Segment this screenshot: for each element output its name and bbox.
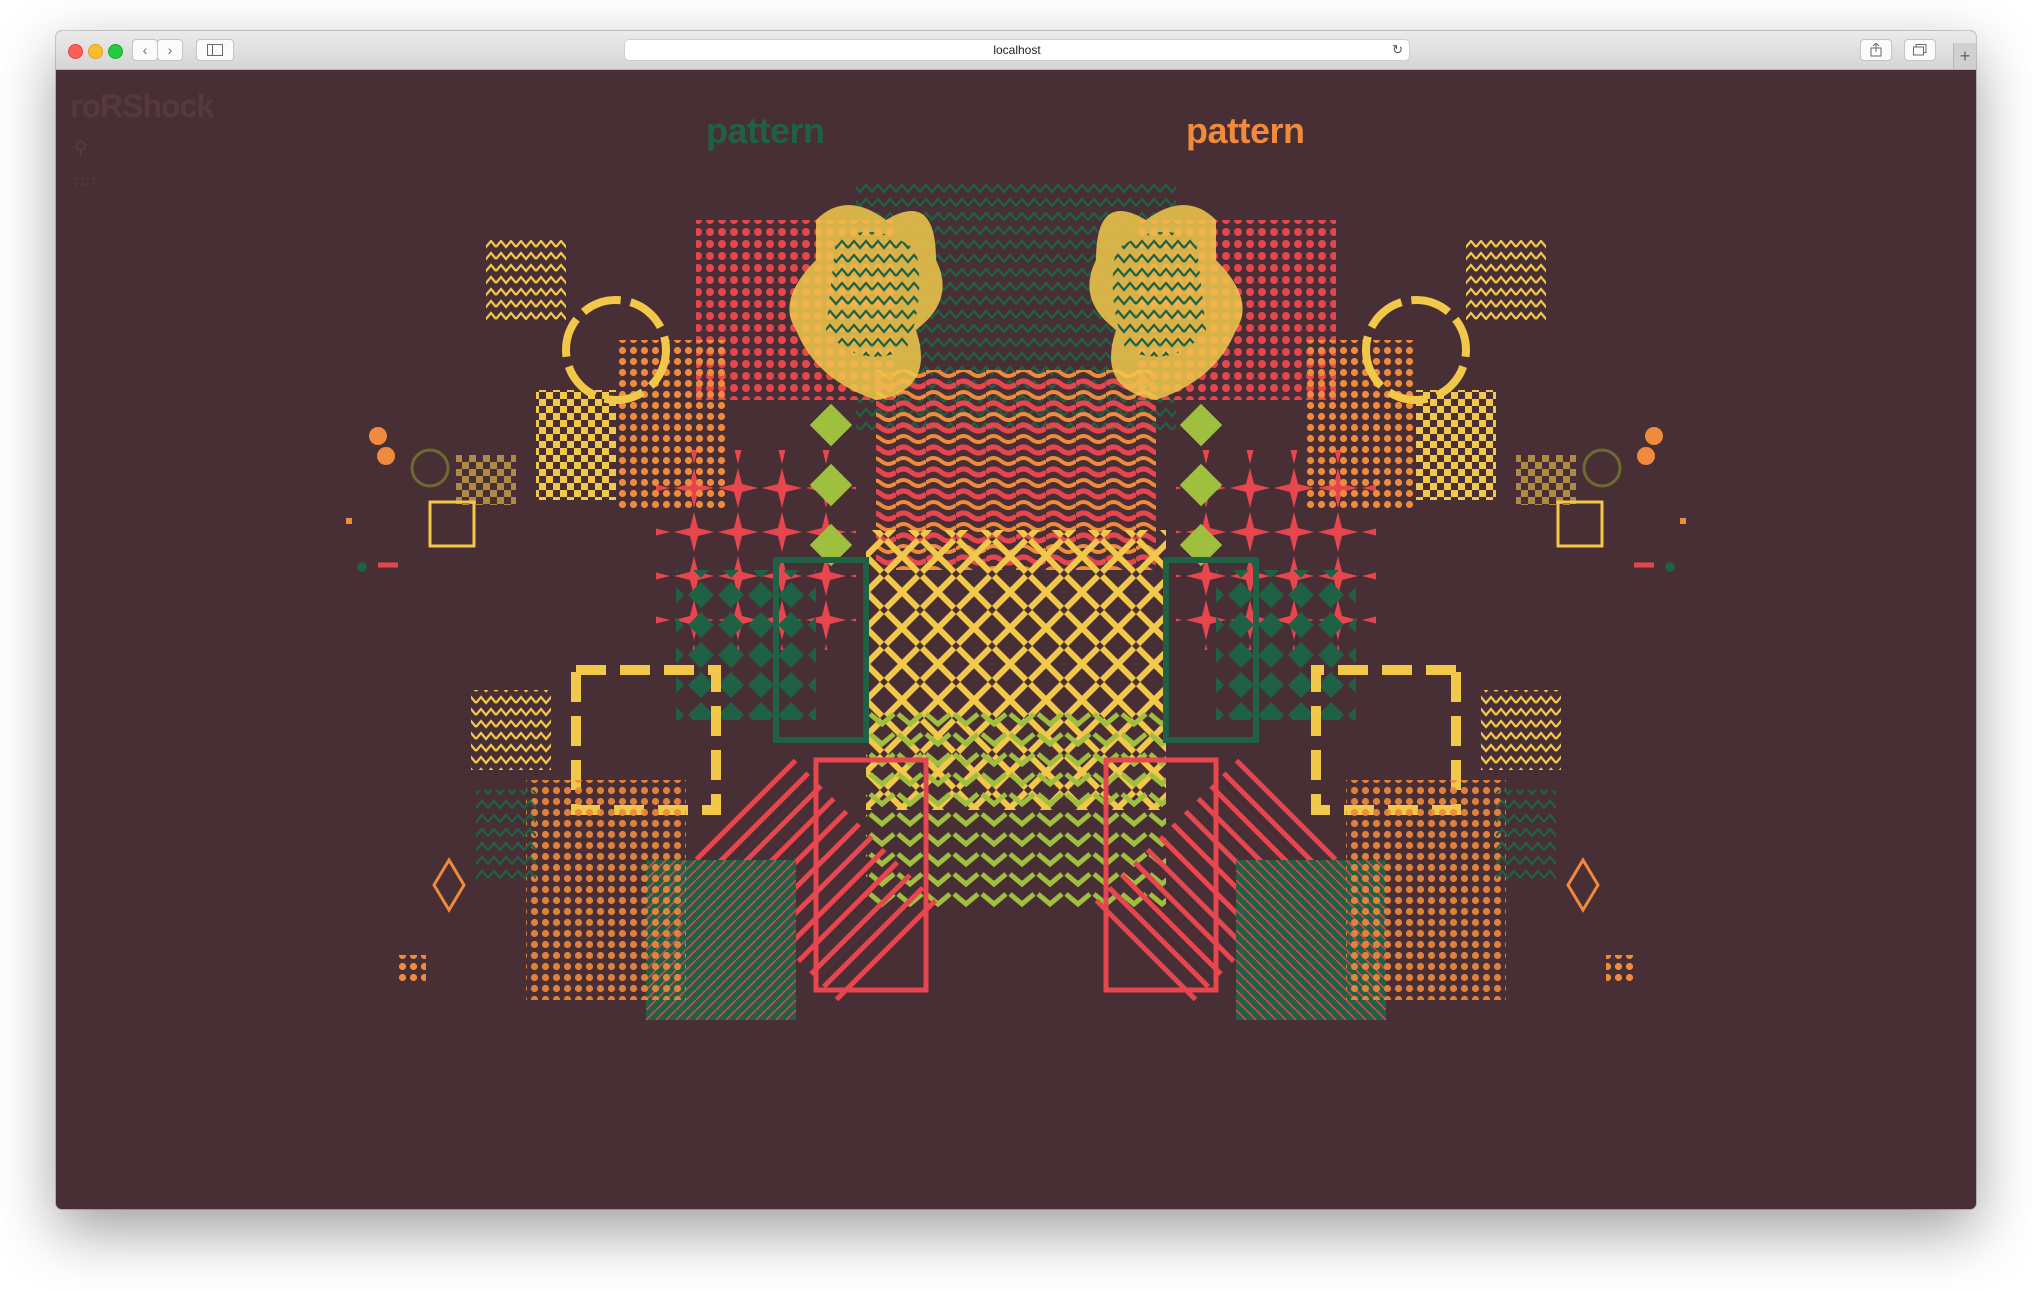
reload-icon[interactable]: ↻ xyxy=(1392,42,1403,58)
tabs-button[interactable] xyxy=(1904,39,1936,61)
minimize-window-button[interactable] xyxy=(88,44,103,59)
brand-logo[interactable]: roRShock xyxy=(70,88,214,125)
sidebar-icon xyxy=(207,44,223,56)
pattern-title-left: pattern xyxy=(706,110,825,152)
chevron-left-icon: ‹ xyxy=(142,42,148,58)
share-icon xyxy=(1870,43,1882,57)
pattern-title-right: pattern xyxy=(1186,110,1305,152)
address-text: localhost xyxy=(993,43,1041,57)
sidebar-button[interactable] xyxy=(196,39,234,61)
page-viewport: roRShock ⚲ ∷∷ pattern pattern xyxy=(56,70,1976,1209)
share-button[interactable] xyxy=(1860,39,1892,61)
new-tab-button[interactable]: + xyxy=(1953,43,1976,69)
forward-button[interactable]: › xyxy=(157,39,183,61)
search-icon[interactable]: ⚲ xyxy=(74,138,87,159)
chevron-right-icon: › xyxy=(167,42,173,58)
browser-toolbar: ‹ › localhost ↻ + xyxy=(56,31,1976,70)
browser-window: ‹ › localhost ↻ + roRShock ⚲ ∷∷ pattern … xyxy=(56,31,1976,1209)
close-window-button[interactable] xyxy=(68,44,83,59)
plus-icon: + xyxy=(1959,46,1971,66)
grid-icon[interactable]: ∷∷ xyxy=(74,172,96,192)
pattern-title-right-text: pattern xyxy=(1186,110,1305,151)
maximize-window-button[interactable] xyxy=(108,44,123,59)
address-bar[interactable]: localhost ↻ xyxy=(624,39,1410,61)
tabs-icon xyxy=(1913,44,1927,56)
pattern-title-left-text: pattern xyxy=(706,110,825,151)
back-button[interactable]: ‹ xyxy=(132,39,158,61)
rorshach-pattern-art xyxy=(346,180,1686,1020)
